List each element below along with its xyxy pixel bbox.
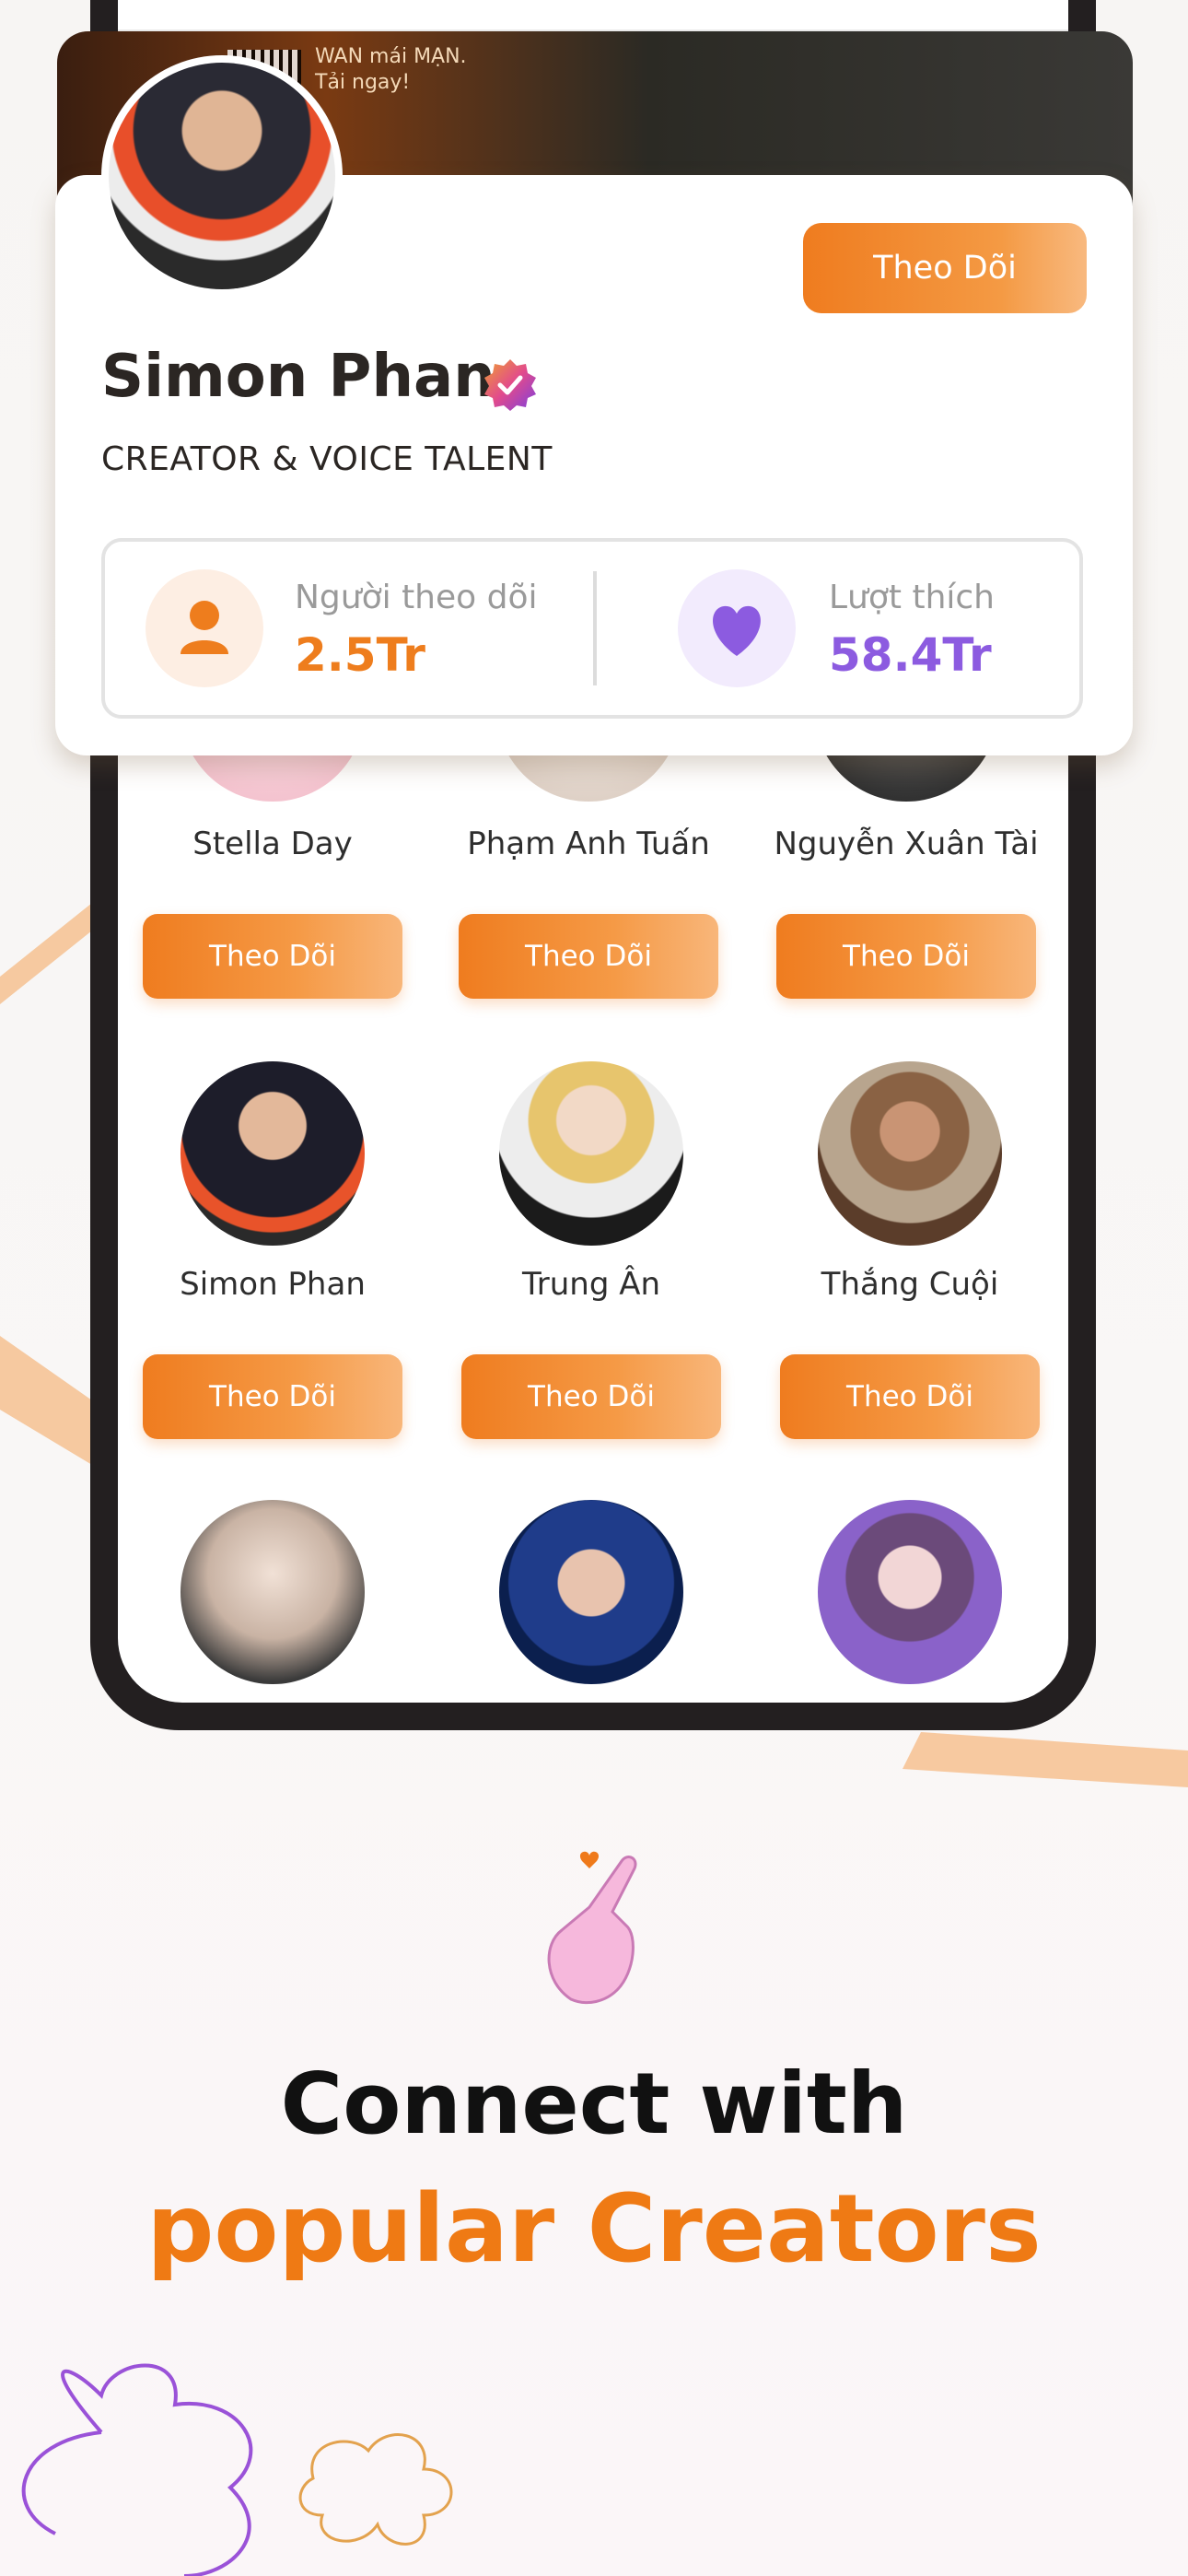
likes-label: Lượt thích: [829, 579, 995, 616]
followers-label: Người theo dõi: [295, 579, 538, 616]
creator-name: Nguyễn Xuân Tài: [774, 825, 1039, 862]
headline-line-1: Connect with: [280, 2055, 908, 2153]
profile-stats: Người theo dõi 2.5Tr Lượt thích 58.4Tr: [101, 538, 1083, 719]
likes-value: 58.4Tr: [829, 628, 992, 682]
follow-button[interactable]: Theo Dõi: [143, 1354, 402, 1439]
creator-name: Stella Day: [192, 825, 353, 862]
banner-text: WAN mái MẠN. Tải ngay!: [315, 44, 467, 96]
follow-button[interactable]: Theo Dõi: [780, 1354, 1040, 1439]
follow-button[interactable]: Theo Dõi: [143, 914, 402, 999]
banner-line-2: Tải ngay!: [315, 71, 411, 94]
person-icon: [146, 569, 263, 687]
creator-avatar[interactable]: [818, 1061, 1002, 1246]
creator-avatar[interactable]: [181, 1500, 365, 1684]
stats-divider: [593, 571, 597, 685]
creator-name: Thắng Cuội: [821, 1266, 999, 1303]
profile-title: CREATOR & VOICE TALENT: [101, 440, 553, 478]
creator-name: Phạm Anh Tuấn: [467, 825, 710, 862]
headline-line-2: popular Creators: [146, 2174, 1042, 2284]
creator-avatar[interactable]: [181, 1061, 365, 1246]
heart-icon: [678, 569, 796, 687]
creator-avatar[interactable]: [818, 1500, 1002, 1684]
follow-button[interactable]: Theo Dõi: [461, 1354, 721, 1439]
screen-top-strip: [118, 0, 1068, 35]
creator-name: Trung Ân: [521, 1266, 661, 1303]
profile-avatar[interactable]: [101, 55, 343, 297]
banner-line-1: WAN mái MẠN.: [315, 45, 467, 68]
finger-heart-hand-icon: [547, 1851, 637, 2005]
profile-name: Simon Phan: [101, 343, 495, 411]
followers-value: 2.5Tr: [295, 628, 425, 682]
follow-button[interactable]: Theo Dõi: [459, 914, 718, 999]
creator-avatar[interactable]: [499, 1500, 683, 1684]
profile-follow-button[interactable]: Theo Dõi: [803, 223, 1087, 313]
follow-button[interactable]: Theo Dõi: [776, 914, 1036, 999]
creator-name: Simon Phan: [180, 1266, 366, 1303]
verified-badge-icon: [484, 359, 536, 411]
creator-avatar[interactable]: [499, 1061, 683, 1246]
